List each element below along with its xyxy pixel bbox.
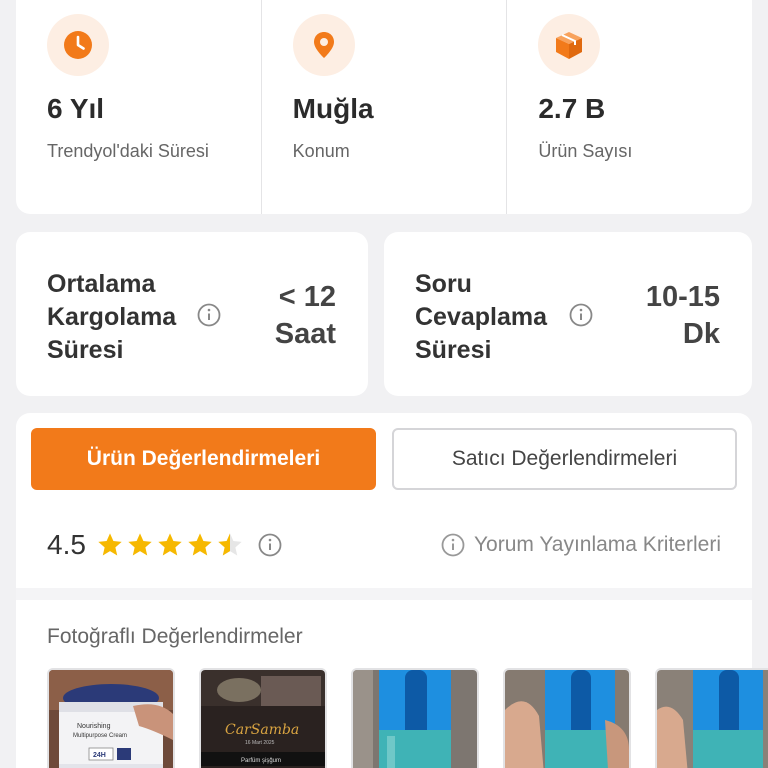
seller-stats-card: 6 Yıl Trendyol'daki Süresi Muğla Konum 2… (16, 0, 752, 214)
stat-value: Muğla (292, 93, 374, 124)
metric-value: 10-15 Dk (645, 281, 720, 350)
tab-seller-reviews[interactable]: Satıcı Değerlendirmeleri (392, 428, 737, 490)
box-date-text: 16 Mart 2025 (245, 740, 275, 746)
location-pin-icon (292, 14, 355, 76)
stat-product-count: 2.7 B Ürün Sayısı (506, 0, 752, 214)
stat-duration: 6 Yıl Trendyol'daki Süresi (16, 0, 261, 214)
review-photo-thumbnail[interactable] (655, 668, 768, 768)
review-photo-thumbnail[interactable]: Nourishing Multipurpose Cream 24H (47, 668, 175, 768)
criteria-label: Yorum Yayınlama Kriterleri (473, 533, 721, 556)
box-caption: Parfüm şişğum (241, 758, 281, 764)
stat-label: Ürün Sayısı (538, 141, 633, 161)
jar-badge: 24H (93, 752, 106, 759)
avg-shipping-time-card: Ortalama Kargolama Süresi < 12 Saat (16, 232, 368, 396)
metric-title: Ortalama Kargolama Süresi (47, 270, 177, 364)
photo-reviews-heading: Fotoğraflı Değerlendirmeler (47, 625, 303, 648)
info-icon[interactable] (569, 303, 593, 327)
info-icon (441, 533, 465, 557)
reviews-card: Ürün Değerlendirmeleri Satıcı Değerlendi… (16, 413, 768, 768)
stat-label: Trendyol'daki Süresi (47, 141, 209, 161)
star-icon (188, 533, 212, 556)
star-icon (128, 533, 152, 556)
section-divider (16, 588, 752, 600)
metric-value: < 12 Saat (274, 281, 336, 350)
review-photo-thumbnail[interactable] (351, 668, 479, 768)
photo-review-list: Nourishing Multipurpose Cream 24H CarSam… (47, 668, 768, 768)
rating-value: 4.5 (47, 529, 86, 560)
review-photo-thumbnail[interactable]: CarSamba 16 Mart 2025 Parfüm şişğum (199, 668, 327, 768)
box-brand-text: CarSamba (225, 722, 299, 738)
clock-icon (47, 14, 109, 76)
jar-label-line: Nourishing (77, 723, 111, 730)
star-rating (96, 531, 244, 559)
question-answer-time-card: Soru Cevaplama Süresi 10-15 Dk (384, 232, 752, 396)
stat-value: 2.7 B (538, 93, 606, 124)
jar-label-line: Multipurpose Cream (73, 733, 127, 739)
info-icon[interactable] (197, 303, 221, 327)
metric-title: Soru Cevaplama Süresi (415, 270, 548, 364)
star-icon (98, 533, 122, 556)
stat-value: 6 Yıl (47, 93, 105, 124)
review-criteria-link[interactable]: Yorum Yayınlama Kriterleri (441, 528, 721, 562)
review-photo-thumbnail[interactable] (503, 668, 631, 768)
rating-summary: 4.5 (47, 528, 282, 562)
rating-info-icon[interactable] (258, 533, 282, 557)
star-icon (158, 533, 182, 556)
half-star-icon (218, 533, 242, 556)
stat-location: Muğla Konum (260, 0, 507, 214)
box-icon (538, 14, 601, 76)
tab-product-reviews[interactable]: Ürün Değerlendirmeleri (31, 428, 376, 490)
stat-label: Konum (292, 141, 350, 161)
